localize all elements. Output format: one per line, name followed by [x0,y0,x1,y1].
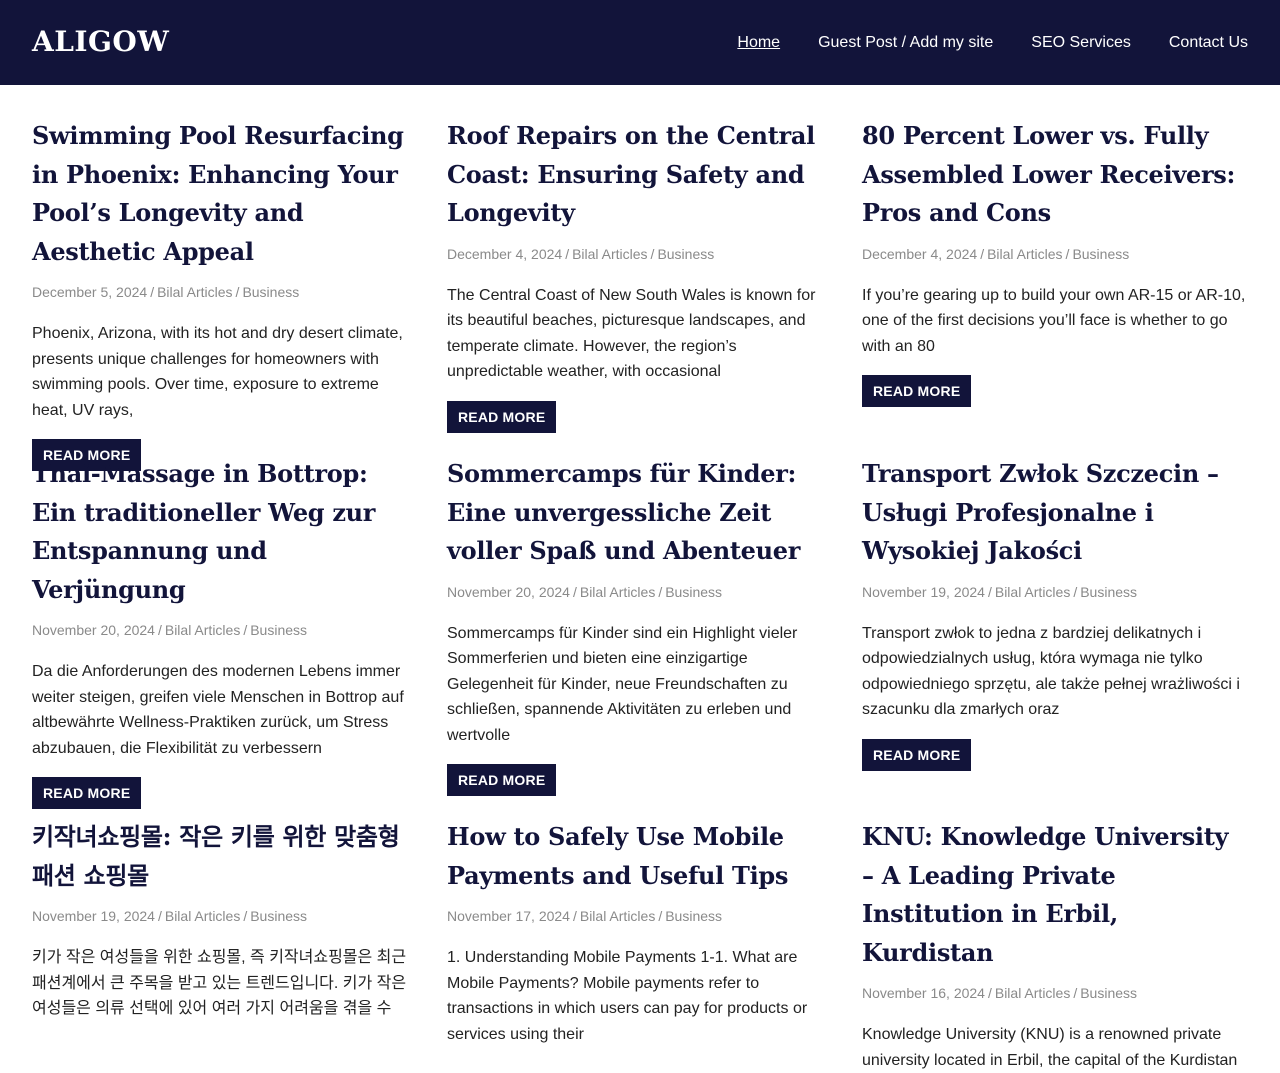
post-excerpt: If you’re gearing up to build your own A… [862,286,1246,355]
post-category[interactable]: Business [1080,584,1137,600]
post-category[interactable]: Business [250,622,307,638]
post-author[interactable]: Bilal Articles [165,908,240,924]
nav-home[interactable]: Home [737,34,780,52]
post-date[interactable]: November 20, 2024 [447,584,570,600]
post-title[interactable]: Roof Repairs on the Central Coast: Ensur… [447,117,832,233]
post-card: Transport Zwłok Szczecin – Usługi Profes… [862,455,1247,771]
post-category[interactable]: Business [657,246,714,262]
post-author[interactable]: Bilal Articles [987,246,1062,262]
site-logo[interactable]: ALIGOW [32,22,169,62]
post-card: Swimming Pool Resurfacing in Phoenix: En… [32,117,417,472]
nav-seo-services[interactable]: SEO Services [1031,34,1131,52]
post-excerpt: Knowledge University (KNU) is a renowned… [862,1026,1238,1069]
post-title[interactable]: KNU: Knowledge University – A Leading Pr… [862,818,1247,972]
post-date[interactable]: December 4, 2024 [862,246,977,262]
post-author[interactable]: Bilal Articles [580,584,655,600]
main-nav: Home Guest Post / Add my site SEO Servic… [699,0,1248,85]
post-meta: November 20, 2024/Bilal Articles / Busines… [447,583,723,600]
post-excerpt: Sommercamps für Kinder sind ein Highligh… [447,624,798,744]
post-category[interactable]: Business [665,908,722,924]
post-card: 키작녀쇼핑몰: 작은 키를 위한 맞춤형 패션 쇼핑몰 November 19,… [32,818,417,1022]
post-card: Thai-Massage in Bottrop: Ein traditionel… [32,455,417,810]
post-excerpt: 키가 작은 여성들을 위한 쇼핑몰, 즉 키작녀쇼핑몰은 최근 패션계에서 큰 … [32,949,407,1018]
post-title[interactable]: Thai-Massage in Bottrop: Ein traditionel… [32,455,417,609]
post-category[interactable]: Business [665,584,722,600]
post-date[interactable]: November 16, 2024 [862,985,985,1001]
post-card: Sommercamps für Kinder: Eine unvergessli… [447,455,832,797]
post-category[interactable]: Business [1072,246,1129,262]
post-date[interactable]: November 19, 2024 [32,908,155,924]
post-date[interactable]: November 19, 2024 [862,584,985,600]
post-title[interactable]: Swimming Pool Resurfacing in Phoenix: En… [32,117,417,271]
nav-guest-post[interactable]: Guest Post / Add my site [818,34,993,52]
post-category[interactable]: Business [1080,985,1137,1001]
post-meta: November 20, 2024/Bilal Articles / Busines… [32,622,308,638]
post-meta: November 17, 2024/Bilal Articles / Busines… [447,908,723,924]
post-date[interactable]: December 4, 2024 [447,246,562,262]
post-meta: November 16, 2024/Bilal Articles / Busines… [862,985,1138,1001]
post-excerpt: Transport zwłok to jedna z bardziej deli… [862,624,1240,719]
post-excerpt: Da die Anforderungen des modernen Lebens… [32,663,404,757]
post-meta: November 19, 2024/Bilal Articles / Busines… [862,583,1138,600]
post-category[interactable]: Business [242,284,299,300]
post-title[interactable]: 80 Percent Lower vs. Fully Assembled Low… [862,117,1247,233]
read-more-button[interactable]: READ MORE [862,375,972,408]
post-card: How to Safely Use Mobile Payments and Us… [447,818,832,1047]
post-author[interactable]: Bilal Articles [165,622,240,638]
post-meta: December 4, 2024/Bilal Articles / Business [862,245,1130,262]
site-header: ALIGOW Home Guest Post / Add my site SEO… [0,0,1280,85]
post-author[interactable]: Bilal Articles [995,985,1070,1001]
post-card: KNU: Knowledge University – A Leading Pr… [862,818,1247,1073]
post-meta: December 4, 2024/Bilal Articles / Business [447,245,715,262]
read-more-button[interactable]: READ MORE [32,777,142,810]
post-excerpt: The Central Coast of New South Wales is … [447,286,816,381]
post-date[interactable]: November 20, 2024 [32,622,155,638]
post-card: 80 Percent Lower vs. Fully Assembled Low… [862,117,1247,408]
post-date[interactable]: December 5, 2024 [32,284,147,300]
post-author[interactable]: Bilal Articles [580,908,655,924]
post-author[interactable]: Bilal Articles [572,246,647,262]
nav-contact-us[interactable]: Contact Us [1169,34,1248,52]
read-more-button[interactable]: READ MORE [447,400,557,433]
post-author[interactable]: Bilal Articles [995,584,1070,600]
post-author[interactable]: Bilal Articles [157,284,232,300]
post-card: Roof Repairs on the Central Coast: Ensur… [447,117,832,433]
post-category[interactable]: Business [250,908,307,924]
post-meta: December 5, 2024/Bilal Articles / Business [32,284,300,300]
post-title[interactable]: 키작녀쇼핑몰: 작은 키를 위한 맞춤형 패션 쇼핑몰 [32,818,417,895]
post-excerpt: Phoenix, Arizona, with its hot and dry d… [32,325,403,419]
post-title[interactable]: Sommercamps für Kinder: Eine unvergessli… [447,455,832,571]
post-title[interactable]: Transport Zwłok Szczecin – Usługi Profes… [862,455,1247,571]
post-excerpt: 1. Understanding Mobile Payments 1-1. Wh… [447,949,808,1043]
post-date[interactable]: November 17, 2024 [447,908,570,924]
read-more-button[interactable]: READ MORE [862,738,972,771]
read-more-button[interactable]: READ MORE [447,764,557,797]
post-title[interactable]: How to Safely Use Mobile Payments and Us… [447,818,832,895]
post-meta: November 19, 2024/Bilal Articles / Busines… [32,908,308,924]
